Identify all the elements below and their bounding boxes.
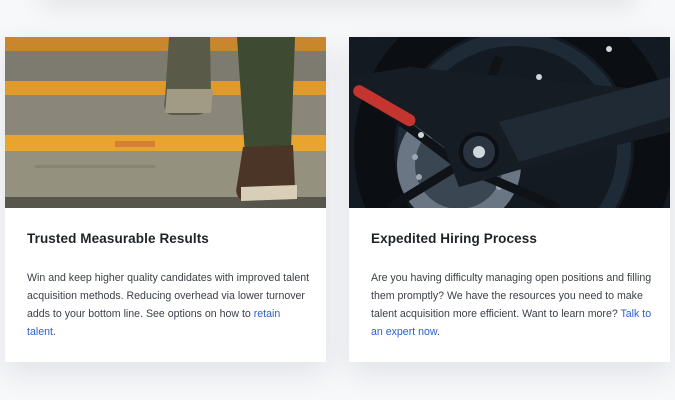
card-description: Win and keep higher quality candidates w…: [27, 272, 310, 338]
feature-card-hiring: Expedited Hiring Process Are you having …: [349, 37, 670, 362]
feature-card-results: Trusted Measurable Results Win and keep …: [5, 37, 326, 362]
card-description: Are you having difficulty managing open …: [371, 272, 652, 338]
card-title: Trusted Measurable Results: [27, 231, 209, 246]
stairs-photo: [5, 37, 326, 208]
card-title: Expedited Hiring Process: [371, 231, 537, 246]
motorcycle-wheel-photo: [349, 37, 670, 208]
